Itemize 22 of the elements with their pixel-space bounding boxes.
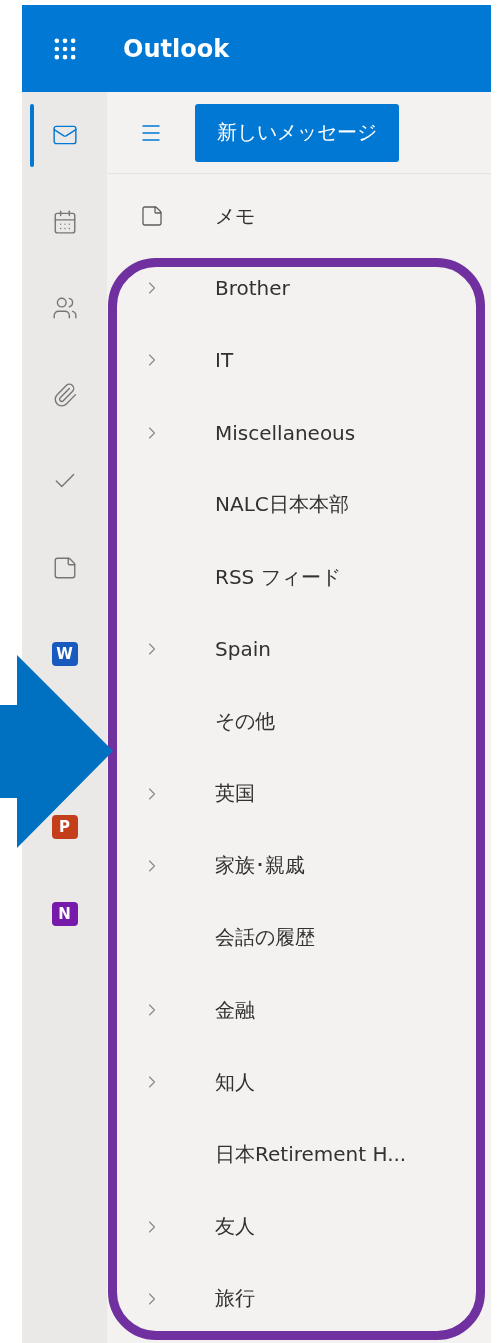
folder-item[interactable]: その他 [215,707,275,735]
folder-item[interactable]: メモ [215,202,255,230]
app-tile[interactable]: P [51,815,78,840]
folder-item[interactable]: Brother [215,276,290,301]
folder-item[interactable]: NALC日本本部 [215,491,349,519]
app-title: Outlook [123,34,230,63]
folder-item[interactable]: 知人 [215,1068,255,1096]
note-icon [140,204,164,229]
folder-item[interactable]: 旅行 [215,1285,255,1313]
folder-item[interactable]: 金融 [215,996,255,1024]
folder-item[interactable]: IT [215,348,234,373]
app-tile[interactable]: N [51,901,78,926]
folder-item[interactable]: 日本Retirement H... [215,1141,407,1169]
folder-item[interactable]: Miscellaneous [215,420,356,445]
folder-item[interactable]: 友人 [215,1213,255,1241]
folder-item[interactable]: 会話の履歴 [215,924,315,952]
new-message-button[interactable]: 新しいメッセージ [195,103,399,162]
folder-item[interactable]: RSS フィード [215,563,341,591]
folder-item[interactable]: 家族･親戚 [215,852,305,880]
app-tile[interactable]: W [51,642,78,667]
folder-item[interactable]: Spain [215,637,271,662]
folder-item[interactable]: 英国 [215,780,255,808]
